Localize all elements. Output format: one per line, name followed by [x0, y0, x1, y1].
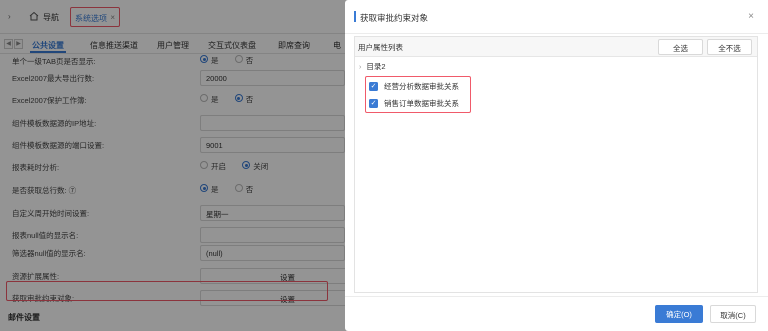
- highlight-box: ✓ 经营分析数据审批关系 ✓ 销售订单数据审批关系: [365, 76, 471, 113]
- dialog-title-bar: 获取审批约束对象 ×: [345, 0, 768, 34]
- checkbox-label: 经营分析数据审批关系: [384, 82, 459, 91]
- tree-checkbox-item[interactable]: ✓ 销售订单数据审批关系: [369, 98, 459, 109]
- ok-button[interactable]: 确定(O): [655, 305, 703, 323]
- select-none-button[interactable]: 全不选: [707, 39, 752, 55]
- dialog-footer: 确定(O) 取消(C): [345, 296, 768, 331]
- checkbox-checked-icon[interactable]: ✓: [369, 99, 378, 108]
- tree-checkbox-item[interactable]: ✓ 经营分析数据审批关系: [369, 81, 459, 92]
- title-accent-bar: [354, 11, 356, 22]
- dialog-title: 获取审批约束对象: [360, 13, 429, 23]
- select-all-button[interactable]: 全选: [658, 39, 703, 55]
- expand-caret-icon[interactable]: ›: [359, 64, 361, 71]
- tree-node-directory[interactable]: › 目录2: [359, 61, 386, 72]
- cancel-button[interactable]: 取消(C): [710, 305, 756, 323]
- user-attribute-panel: 用户属性列表 全选 全不选 › 目录2 ✓ 经营分析数据审批关系 ✓ 销售订单数据审批…: [354, 36, 758, 293]
- checkbox-label: 销售订单数据审批关系: [384, 99, 459, 108]
- approval-constraint-dialog: 获取审批约束对象 × 用户属性列表 全选 全不选 › 目录2 ✓ 经营分析数据审批关…: [345, 0, 768, 331]
- close-icon[interactable]: ×: [748, 11, 754, 22]
- panel-title: 用户属性列表: [358, 43, 403, 52]
- tree-node-label: 目录2: [366, 62, 386, 71]
- checkbox-checked-icon[interactable]: ✓: [369, 82, 378, 91]
- panel-header: 用户属性列表 全选 全不选: [355, 37, 757, 57]
